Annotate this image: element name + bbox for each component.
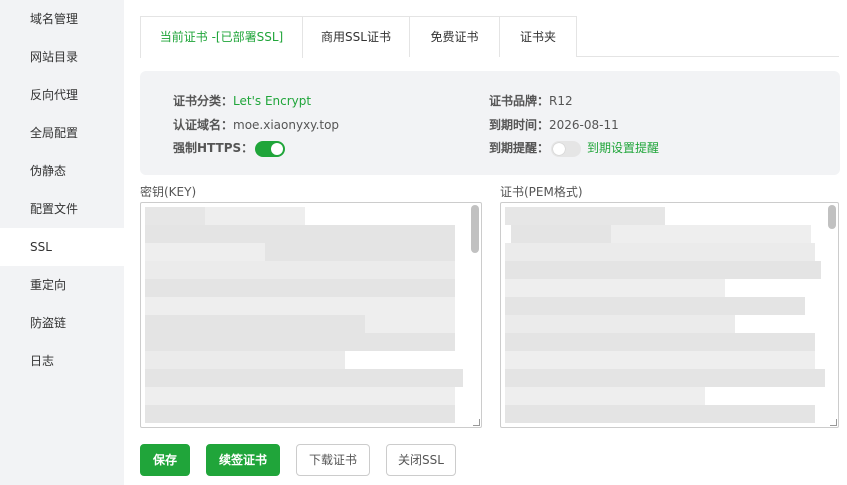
toggle-knob <box>271 142 284 155</box>
cert-field-label: 证书(PEM格式) <box>500 185 583 199</box>
sidebar-item-global-config[interactable]: 全局配置 <box>0 114 124 152</box>
download-cert-button[interactable]: 下载证书 <box>296 444 370 476</box>
key-scrollbar[interactable] <box>471 205 479 253</box>
redacted-text <box>505 297 805 315</box>
key-textarea[interactable] <box>140 202 482 428</box>
sidebar-item-rewrite[interactable]: 伪静态 <box>0 152 124 190</box>
close-ssl-button[interactable]: 关闭SSL <box>386 444 456 476</box>
renew-cert-button[interactable]: 续签证书 <box>206 444 280 476</box>
redacted-text <box>145 207 205 225</box>
redacted-text <box>505 351 815 369</box>
cert-resize-handle[interactable] <box>830 419 837 426</box>
redacted-text <box>145 315 365 333</box>
tab-commercial-ssl[interactable]: 商用SSL证书 <box>302 16 410 57</box>
sidebar-item-site-dir[interactable]: 网站目录 <box>0 38 124 76</box>
cert-category-value: Let's Encrypt <box>233 94 312 108</box>
cert-expire-label: 到期时间： <box>489 118 550 132</box>
redacted-text <box>145 297 455 315</box>
cert-brand-label: 证书品牌： <box>489 94 550 108</box>
redacted-text <box>505 207 665 225</box>
redacted-text <box>145 351 345 369</box>
tab-bar: 当前证书 -[已部署SSL] 商用SSL证书 免费证书 证书夹 <box>140 16 839 58</box>
redacted-text <box>505 315 735 333</box>
tab-free-cert[interactable]: 免费证书 <box>409 16 500 57</box>
redacted-text <box>505 387 705 405</box>
redacted-text <box>505 405 815 423</box>
cert-expire-value: 2026-08-11 <box>549 118 619 132</box>
redacted-text <box>265 243 455 261</box>
redacted-text <box>365 315 455 333</box>
expire-remind-link[interactable]: 到期设置提醒 <box>587 141 659 155</box>
redacted-text <box>505 261 821 279</box>
expire-remind-toggle[interactable] <box>551 140 582 157</box>
redacted-text <box>145 279 455 297</box>
redacted-text <box>505 279 725 297</box>
cert-info-box: 证书分类：Let's Encrypt 认证域名：moe.xiaonyxy.top… <box>140 71 840 175</box>
redacted-text <box>145 369 463 387</box>
force-https-label: 强制HTTPS： <box>173 141 254 155</box>
redacted-text <box>145 405 455 423</box>
save-button[interactable]: 保存 <box>140 444 190 476</box>
sidebar-item-redirect[interactable]: 重定向 <box>0 266 124 304</box>
redacted-text <box>611 225 811 243</box>
cert-domain-row: 认证域名：moe.xiaonyxy.top <box>173 116 339 133</box>
redacted-text <box>145 243 265 261</box>
cert-scrollbar[interactable] <box>828 205 836 229</box>
key-resize-handle[interactable] <box>473 419 480 426</box>
sidebar-item-domain[interactable]: 域名管理 <box>0 0 124 38</box>
sidebar-item-logs[interactable]: 日志 <box>0 342 124 380</box>
sidebar-item-hotlink[interactable]: 防盗链 <box>0 304 124 342</box>
force-https-row: 强制HTTPS： <box>173 139 286 157</box>
ssl-panel: 当前证书 -[已部署SSL] 商用SSL证书 免费证书 证书夹 证书分类：Let… <box>124 0 847 485</box>
tab-current-cert[interactable]: 当前证书 -[已部署SSL] <box>140 16 303 58</box>
cert-textarea[interactable] <box>500 202 839 428</box>
cert-expire-row: 到期时间：2026-08-11 <box>489 116 619 133</box>
tab-cert-folder[interactable]: 证书夹 <box>499 16 577 57</box>
sidebar: 域名管理 网站目录 反向代理 全局配置 伪静态 配置文件 SSL 重定向 防盗链… <box>0 0 124 485</box>
cert-brand-row: 证书品牌：R12 <box>489 92 573 109</box>
cert-brand-value: R12 <box>549 94 573 108</box>
sidebar-item-config-file[interactable]: 配置文件 <box>0 190 124 228</box>
redacted-text <box>505 243 815 261</box>
toggle-knob <box>553 142 566 155</box>
force-https-toggle[interactable] <box>255 140 286 157</box>
expire-remind-row: 到期提醒： 到期设置提醒 <box>489 139 659 157</box>
redacted-text <box>145 333 455 351</box>
redacted-text <box>511 225 611 243</box>
sidebar-item-reverse-proxy[interactable]: 反向代理 <box>0 76 124 114</box>
redacted-text <box>505 333 815 351</box>
sidebar-item-ssl[interactable]: SSL <box>0 228 124 266</box>
cert-category-label: 证书分类： <box>173 94 234 108</box>
redacted-text <box>145 261 455 279</box>
redacted-text <box>205 207 305 225</box>
expire-remind-label: 到期提醒： <box>489 141 550 155</box>
redacted-text <box>505 369 825 387</box>
cert-domain-label: 认证域名： <box>173 118 234 132</box>
cert-domain-value: moe.xiaonyxy.top <box>233 118 340 132</box>
cert-category-row: 证书分类：Let's Encrypt <box>173 92 311 109</box>
redacted-text <box>145 225 455 243</box>
redacted-text <box>145 387 455 405</box>
key-field-label: 密钥(KEY) <box>140 185 197 199</box>
